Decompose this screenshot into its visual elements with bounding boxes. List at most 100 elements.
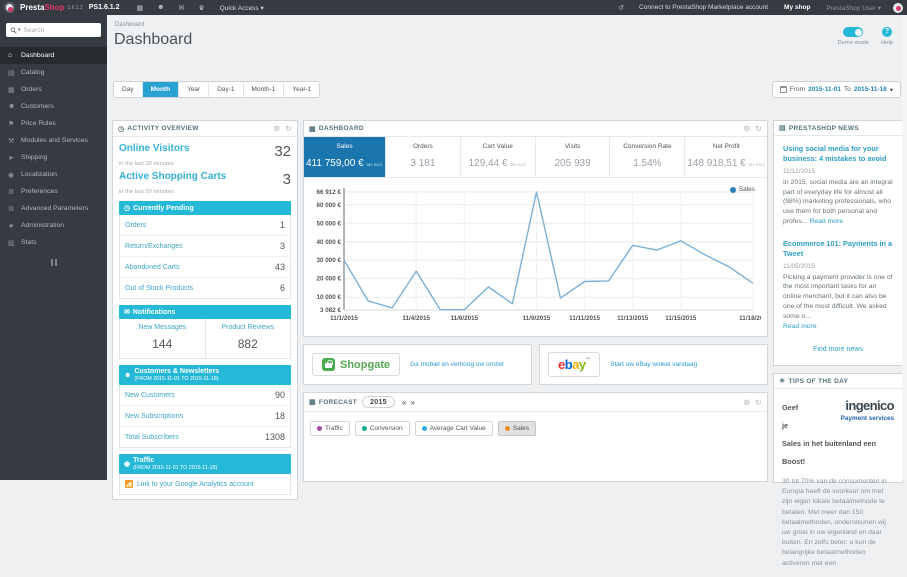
svg-text:11/11/2015: 11/11/2015 [569,315,600,322]
find-more-news-link[interactable]: Find more news [783,346,893,353]
sidebar-collapse-button[interactable] [49,259,59,266]
online-visitors-link[interactable]: Online Visitors [119,143,189,154]
sidebar-item-dashboard[interactable]: ⌂Dashboard [0,47,107,64]
filter-day-1-button[interactable]: Day-1 [209,82,243,97]
svg-text:11/4/2015: 11/4/2015 [402,315,430,322]
shopgate-bag-icon [322,358,335,371]
activity-icon: ◷ [118,125,124,133]
forecast-panel-header: ▦ FORECAST 2015 « » ⚙ ↻ [304,393,767,412]
gear-icon[interactable]: ⚙ [273,124,280,133]
help-icon[interactable]: ? [882,27,892,37]
forecast-toggle-conversion[interactable]: Conversion [355,421,410,436]
refresh-icon[interactable]: ↻ [755,398,762,407]
filter-year-1-button[interactable]: Year-1 [284,82,319,97]
mail-icon[interactable]: ✉ [179,4,185,12]
forecast-toggle-sales[interactable]: Sales [498,421,536,436]
sales-dot-icon [505,426,510,431]
filter-year-button[interactable]: Year [179,82,209,97]
read-more-link[interactable]: Read more [783,323,817,330]
filter-month-1-button[interactable]: Month-1 [244,82,285,97]
gear-icon[interactable]: ⚙ [743,398,750,407]
active-carts-link[interactable]: Active Shopping Carts [119,171,226,182]
kpi-net-profit[interactable]: Net Profit148 918,51 € tax excl. [685,137,767,177]
lightbulb-icon: ☀ [779,377,786,385]
cart-icon[interactable]: ▦ [137,4,144,12]
sidebar-item-modules[interactable]: ⚒Modules and Services [0,132,107,149]
shopgate-link[interactable]: Ga mobiel en verhoog uw omzet [410,361,504,368]
refresh-icon[interactable]: ↻ [755,124,762,133]
ingenico-logo: ingenico Payment services [806,397,894,422]
news-article-title[interactable]: Ecommerce 101: Payments in a Tweet [783,239,893,259]
refresh-icon[interactable]: ↻ [285,124,292,133]
chart-legend[interactable]: Sales [730,186,755,193]
kpi-sales[interactable]: Sales411 759,00 € tax excl. [304,137,386,177]
prestashop-news-panel: ▤ PRESTASHOP NEWS Using social media for… [773,120,903,366]
gear-icon[interactable]: ⚙ [743,124,750,133]
new-messages-cell: New Messages 144 [120,319,205,358]
news-article-excerpt: In 2015, social media are an integral pa… [783,178,893,227]
main-content: Dashboard Dashboard Demo mode ? Help Day… [107,15,907,480]
news-article-date: 11/05/2015 [783,263,893,270]
ebay-link[interactable]: Start uw eBay winkel vandaag [610,361,697,368]
shop-version: PS1.6.1.2 [89,4,120,11]
search-input[interactable] [24,27,97,34]
filter-month-button[interactable]: Month [143,82,180,97]
sidebar-item-preferences[interactable]: ⚙Preferences [0,183,107,200]
demo-mode-label: Demo mode [837,40,869,46]
product-reviews-cell: Product Reviews 882 [205,319,291,358]
row-total-subscribers: Total Subscribers1308 [120,426,290,447]
demo-mode-toggle[interactable] [843,27,863,37]
sales-chart-container: Sales 66 912 €60 000 €50 000 €40 000 €30… [304,178,767,336]
preferences-icon: ⚙ [8,188,21,196]
user-avatar[interactable] [893,3,903,13]
customer-icon[interactable]: ☻ [157,4,164,11]
news-article-title[interactable]: Using social media for your business: 4 … [783,144,893,164]
forecast-toggle-traffic[interactable]: Traffic [310,421,350,436]
row-new-customers: New Customers90 [120,385,290,405]
prev-year-button[interactable]: « [402,398,407,407]
svg-text:11/13/2015: 11/13/2015 [617,315,649,322]
google-analytics-link[interactable]: Link to your Google Analytics account [137,481,254,488]
modules-icon: ⚒ [8,137,21,145]
sidebar-item-shipping[interactable]: ➤Shipping [0,149,107,166]
sidebar: ▾ ⌂Dashboard ▤Catalog ▦Orders ☻Customers… [0,15,107,480]
kpi-conversion-rate[interactable]: Conversion Rate1.54% [610,137,685,177]
forecast-legend: Traffic Conversion Average Cart Value Sa… [304,412,767,448]
kpi-cart-value[interactable]: Cart Value129,44 € tax excl. [461,137,536,177]
calendar-icon [780,86,787,93]
svg-text:11/18/201: 11/18/201 [739,315,761,322]
forecast-toggle-average-cart-value[interactable]: Average Cart Value [415,421,493,436]
forecast-year[interactable]: 2015 [362,396,395,408]
scrollbar[interactable] [902,15,907,480]
kpi-orders[interactable]: Orders3 181 [386,137,461,177]
filter-day-button[interactable]: Day [114,82,143,97]
sidebar-item-catalog[interactable]: ▤Catalog [0,64,107,81]
marketplace-link[interactable]: Connect to PrestaShop Marketplace accoun… [639,4,768,11]
breadcrumb[interactable]: Dashboard [115,22,144,28]
help-control: ? Help [881,27,893,46]
date-range-button[interactable]: From 2015-11-01 To 2015-11-18 ▾ [772,81,901,98]
chevron-down-icon: ▾ [261,5,264,12]
sidebar-search[interactable]: ▾ [6,23,101,37]
trophy-icon[interactable]: ♛ [198,4,204,12]
sidebar-item-price-rules[interactable]: ⚑Price Rules [0,115,107,132]
online-visitors-value: 32 [274,143,291,160]
sidebar-item-localization[interactable]: ◉Localization [0,166,107,183]
read-more-link[interactable]: Read more [809,218,843,225]
sidebar-item-advanced-parameters[interactable]: ⚙Advanced Parameters [0,200,107,217]
sidebar-item-stats[interactable]: ▥Stats [0,234,107,251]
sidebar-item-administration[interactable]: ★Administration [0,217,107,234]
sidebar-item-orders[interactable]: ▦Orders [0,81,107,98]
kpi-visits[interactable]: Visits205 939 [536,137,611,177]
search-scope-caret-icon[interactable]: ▾ [18,27,21,33]
customers-newsletters-header: ☻ Customers & Newsletters (FROM 2015-11-… [119,365,291,385]
quick-access-menu[interactable]: Quick Access ▾ [220,4,264,12]
home-icon: ⌂ [8,52,21,59]
next-year-button[interactable]: » [411,398,416,407]
chevron-down-icon: ▾ [878,5,881,12]
marketplace-icon: ↺ [618,4,624,12]
shopgate-logo: Shopgate [312,353,400,376]
sidebar-item-customers[interactable]: ☻Customers [0,98,107,115]
my-shop-link[interactable]: My shop [784,4,810,11]
user-menu[interactable]: PrestaShop User ▾ [826,4,881,12]
